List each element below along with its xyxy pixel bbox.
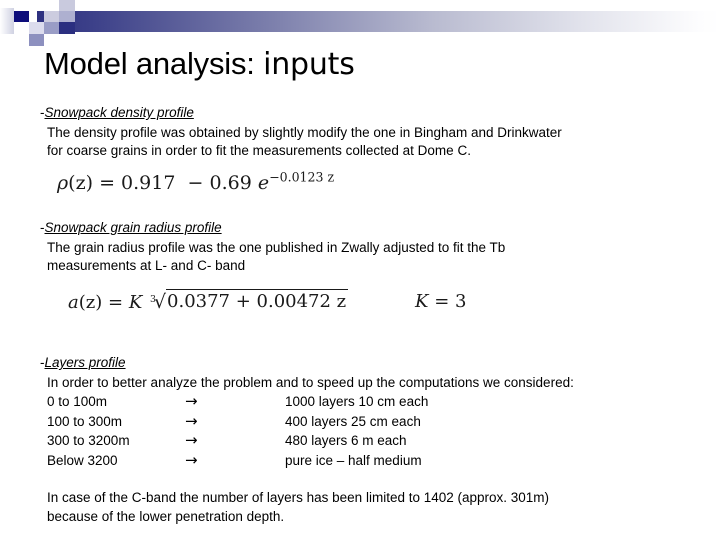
equation-density-equals: = [99,172,115,194]
layer-description: 480 layers 6 m each [285,433,407,448]
equation-density-term1: 0.917 [121,172,176,194]
arrow-right-icon: → [185,392,198,410]
equation-grain-argument: (z) [78,292,103,313]
equation-density-exp-power: −0.0123 z [269,169,335,185]
layer-description: pure ice – half medium [285,452,422,468]
equation-density-operator: − [187,172,204,194]
radicand: 0.0377 + 0.00472 z [166,289,349,312]
section-heading-density: -Snowpack density profile [40,105,194,121]
section-density-line-2: for coarse grains in order to fit the me… [47,143,471,158]
equation-density-exp-base: e [257,172,270,194]
equation-density-coefficient: 0.69 [209,172,252,194]
closing-note-line-1: In case of the C-band the number of laye… [47,490,550,505]
layer-range: Below 3200 [47,452,118,468]
layer-range: 300 to 3200m [47,433,130,448]
radical-sign: √ [153,291,167,313]
layer-description: 400 layers 25 cm each [285,413,421,429]
section-heading-label: Snowpack grain radius profile [44,220,222,235]
arrow-right-icon: → [185,450,198,469]
equation-grain-radius: a(z) = K 3√0.0377 + 0.00472 z [68,289,349,313]
section-heading-label: Layers profile [44,355,126,370]
equation-density-argument: (z) [68,172,94,194]
slide-body: -Snowpack density profile The density pr… [0,0,720,540]
cube-root-icon: 3√0.0377 + 0.00472 z [148,289,349,313]
layer-range: 100 to 300m [47,413,123,429]
section-heading-grain-radius: -Snowpack grain radius profile [40,220,222,236]
equation-grain-equals: = [108,292,124,313]
table-row: 100 to 300m → 400 layers 25 cm each [47,412,428,432]
section-layers-line-1: In order to better analyze the problem a… [47,375,574,390]
section-grain-line-1: The grain radius profile was the one pub… [47,240,506,255]
equation-density-variable: ρ [57,172,69,194]
equation-grain-constant: K [128,292,143,313]
section-grain-line-2: measurements at L- and C- band [47,258,246,273]
section-heading-layers: -Layers profile [40,355,126,371]
arrow-right-icon: → [185,411,198,430]
equation-k-equals: = [434,291,450,312]
equation-grain-variable: a [68,292,79,313]
closing-note-line-2: because of the lower penetration depth. [47,509,285,524]
layer-description: 1000 layers 10 cm each [285,394,429,409]
section-density-line-1: The density profile was obtained by slig… [47,125,562,140]
table-row: 300 to 3200m → 480 layers 6 m each [47,431,428,451]
layers-table: 0 to 100m → 1000 layers 10 cm each 100 t… [47,392,428,470]
arrow-right-icon: → [185,431,198,449]
table-row: 0 to 100m → 1000 layers 10 cm each [47,392,428,412]
section-heading-label: Snowpack density profile [44,105,194,120]
equation-density: ρ(z) = 0.917 − 0.69 e−0.0123 z [57,169,335,194]
equation-k-number: 3 [455,291,467,312]
equation-k-value: K = 3 [415,291,466,312]
table-row: Below 3200 → pure ice – half medium [47,451,428,471]
equation-k-symbol: K [415,291,429,312]
layer-range: 0 to 100m [47,394,108,409]
